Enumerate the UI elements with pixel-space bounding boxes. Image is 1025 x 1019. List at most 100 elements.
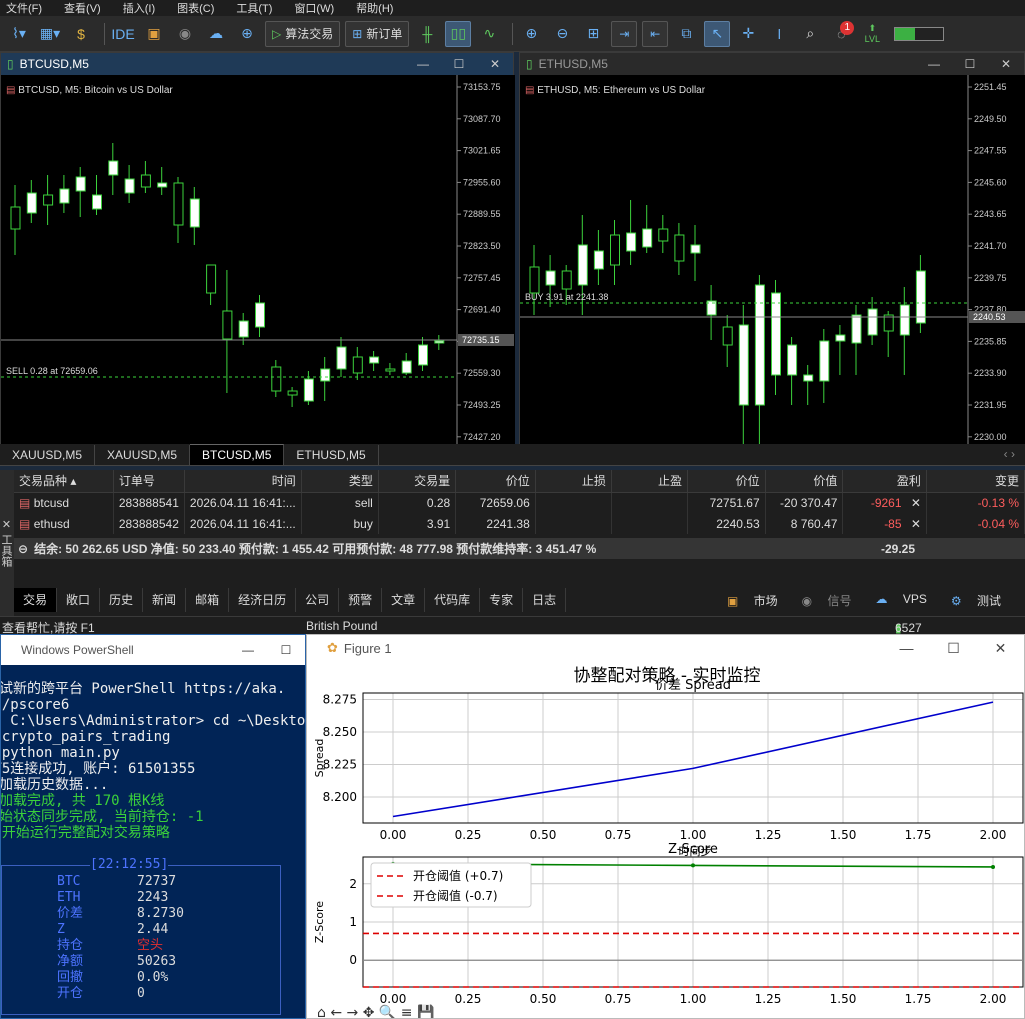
table-row[interactable]: ▤ ethusd 283888542 2026.04.11 16:41:... …	[14, 513, 1025, 534]
globe-icon[interactable]: ⊕	[234, 21, 260, 47]
btc-candlestick-chart[interactable]: 73153.75 73087.70 73021.65 72955.60 72889.55…	[1, 75, 515, 445]
col-volume[interactable]: 交易量	[378, 470, 457, 493]
maximize-icon[interactable]: ☐	[267, 643, 305, 657]
close-position-icon[interactable]: ✕	[911, 517, 921, 531]
bag-icon: ▣	[726, 593, 739, 608]
search-icon[interactable]: ⌕	[797, 21, 823, 47]
close-icon[interactable]: ✕	[477, 57, 513, 71]
tile-windows-icon[interactable]: ⊞	[580, 21, 606, 47]
maximize-icon[interactable]: ☐	[952, 57, 988, 71]
ide-button[interactable]: IDE	[110, 21, 136, 47]
col-profit[interactable]: 盈利	[842, 470, 927, 493]
notifications-icon[interactable]: ◌ 1	[828, 20, 855, 47]
indicators-icon[interactable]: ▦▾	[37, 21, 63, 47]
zoom-in-icon[interactable]: ⊕	[518, 21, 544, 47]
col-value[interactable]: 价值	[765, 470, 844, 493]
cursor-icon[interactable]: ↖	[704, 20, 731, 47]
screenshot-icon[interactable]: ⧉	[673, 21, 699, 47]
market-bag-icon[interactable]: ▣	[141, 21, 167, 47]
menu-insert[interactable]: 插入(I)	[123, 0, 155, 16]
col-symbol[interactable]: 交易品种 ▴	[14, 470, 114, 493]
new-order-button[interactable]: ⊞ 新订单	[345, 20, 410, 47]
powershell-titlebar[interactable]: Windows PowerShell — ☐	[1, 635, 305, 665]
tab-scroll-arrows[interactable]: ‹ ›	[1004, 447, 1015, 461]
col-sl[interactable]: 止损	[535, 470, 612, 493]
btc-chart-window[interactable]: ▯ BTCUSD,M5 — ☐ ✕ 73153.75 73087.70 73021.65…	[0, 52, 515, 445]
crosshair-icon[interactable]: ✛	[735, 21, 761, 47]
menu-window[interactable]: 窗口(W)	[294, 0, 334, 16]
eth-chart-window[interactable]: ▯ ETHUSD,M5 — ☐ ✕ 2251.45 2249.50 2247.55 224…	[519, 52, 1025, 445]
console-output[interactable]: 尝试新的跨平台 PowerShell https://aka. ms/pscor…	[1, 665, 305, 841]
close-icon[interactable]: ✕	[0, 518, 12, 531]
tab-codebase[interactable]: 代码库	[425, 588, 481, 612]
tab-ethusd[interactable]: ETHUSD,M5	[284, 445, 379, 465]
collapse-icon[interactable]: ⊖	[18, 542, 28, 556]
eth-candlestick-chart[interactable]: 2251.45 2249.50 2247.55 2245.60 2243.65 2241.…	[520, 75, 1025, 445]
tester-link[interactable]: ⚙ 测试	[951, 592, 1013, 609]
signal-icon[interactable]: ◉	[172, 21, 198, 47]
tab-history[interactable]: 历史	[100, 588, 144, 612]
figure-window[interactable]: ✿ Figure 1 — ☐ ✕ 协整配对策略 - 实时监控 价差 Spread 0.0…	[306, 634, 1025, 1019]
btc-chart-titlebar[interactable]: ▯ BTCUSD,M5 — ☐ ✕	[1, 53, 513, 75]
tab-mailbox[interactable]: 邮箱	[186, 588, 230, 612]
close-icon[interactable]: ✕	[988, 57, 1024, 71]
menu-tools[interactable]: 工具(T)	[236, 0, 272, 16]
vps-link[interactable]: ☁ VPS	[876, 592, 939, 609]
vertical-line-icon[interactable]: ǀ	[766, 21, 792, 47]
close-position-icon[interactable]: ✕	[911, 496, 921, 510]
candlestick-icon[interactable]: ▯▯	[445, 20, 472, 47]
cloud-icon[interactable]: ☁	[203, 21, 229, 47]
bar-chart-icon[interactable]: ╫	[414, 21, 440, 47]
tab-trade[interactable]: 交易	[14, 588, 58, 612]
col-tp[interactable]: 止盈	[611, 470, 689, 493]
col-price[interactable]: 价位	[455, 470, 536, 493]
tab-alerts[interactable]: 预警	[339, 588, 383, 612]
tab-news[interactable]: 新闻	[143, 588, 187, 612]
tab-exposure[interactable]: 敞口	[57, 588, 101, 612]
chart-shift-icon[interactable]: ⇤	[642, 20, 669, 47]
col-type[interactable]: 类型	[301, 470, 379, 493]
candle-body	[577, 244, 588, 286]
minimize-icon[interactable]: —	[883, 640, 930, 657]
algo-trading-button[interactable]: ▷ 算法交易	[265, 20, 341, 47]
maximize-icon[interactable]: ☐	[930, 640, 977, 657]
eth-chart-titlebar[interactable]: ▯ ETHUSD,M5 — ☐ ✕	[520, 53, 1024, 75]
tab-xauusd-1[interactable]: XAUUSD,M5	[0, 445, 96, 465]
alert-badge: 1	[840, 20, 855, 35]
menu-file[interactable]: 文件(F)	[6, 0, 42, 16]
col-time[interactable]: 时间	[184, 470, 302, 493]
col-change[interactable]: 变更	[926, 470, 1025, 493]
line-chart-icon[interactable]: ∿	[476, 21, 502, 47]
tab-calendar[interactable]: 经济日历	[229, 588, 297, 612]
chart-type-icon[interactable]: ⌇▾	[6, 21, 32, 47]
tab-btcusd[interactable]: BTCUSD,M5	[190, 444, 285, 465]
menu-charts[interactable]: 图表(C)	[177, 0, 214, 16]
zoom-out-icon[interactable]: ⊖	[549, 21, 575, 47]
minimize-icon[interactable]: —	[916, 57, 952, 71]
autoscroll-icon[interactable]: ⇥	[611, 20, 638, 47]
figure-titlebar[interactable]: ✿ Figure 1 — ☐ ✕	[307, 635, 1024, 661]
col-order[interactable]: 订单号	[113, 470, 185, 493]
minimize-icon[interactable]: —	[405, 57, 441, 71]
col-cur-price[interactable]: 价位	[687, 470, 766, 493]
tab-journal[interactable]: 日志	[523, 588, 567, 612]
dollar-icon[interactable]: $	[68, 21, 94, 47]
signals-link[interactable]: ◉ 信号	[802, 592, 864, 609]
tab-experts[interactable]: 专家	[480, 588, 524, 612]
table-row[interactable]: ▤ btcusd 283888541 2026.04.11 16:41:... …	[14, 492, 1025, 513]
tab-company[interactable]: 公司	[296, 588, 340, 612]
powershell-window[interactable]: Windows PowerShell — ☐ 尝试新的跨平台 PowerShell…	[0, 634, 306, 1019]
tab-xauusd-2[interactable]: XAUUSD,M5	[95, 445, 191, 465]
toolbox-side-label[interactable]: ✕ 工具箱	[0, 470, 14, 616]
price-tick-label: 2243.65	[974, 209, 1007, 219]
menu-view[interactable]: 查看(V)	[64, 0, 101, 16]
level-badge[interactable]: ⬆ LVL	[859, 21, 885, 47]
tab-articles[interactable]: 文章	[382, 588, 426, 612]
close-icon[interactable]: ✕	[977, 640, 1024, 657]
minimize-icon[interactable]: —	[229, 643, 267, 657]
market-link[interactable]: ▣ 市场	[727, 592, 790, 609]
maximize-icon[interactable]: ☐	[441, 57, 477, 71]
menu-help[interactable]: 帮助(H)	[356, 0, 393, 16]
y-tick-label: 8.200	[323, 790, 357, 804]
btc-chart-info: ▤ BTCUSD, M5: Bitcoin vs US Dollar	[6, 85, 173, 96]
